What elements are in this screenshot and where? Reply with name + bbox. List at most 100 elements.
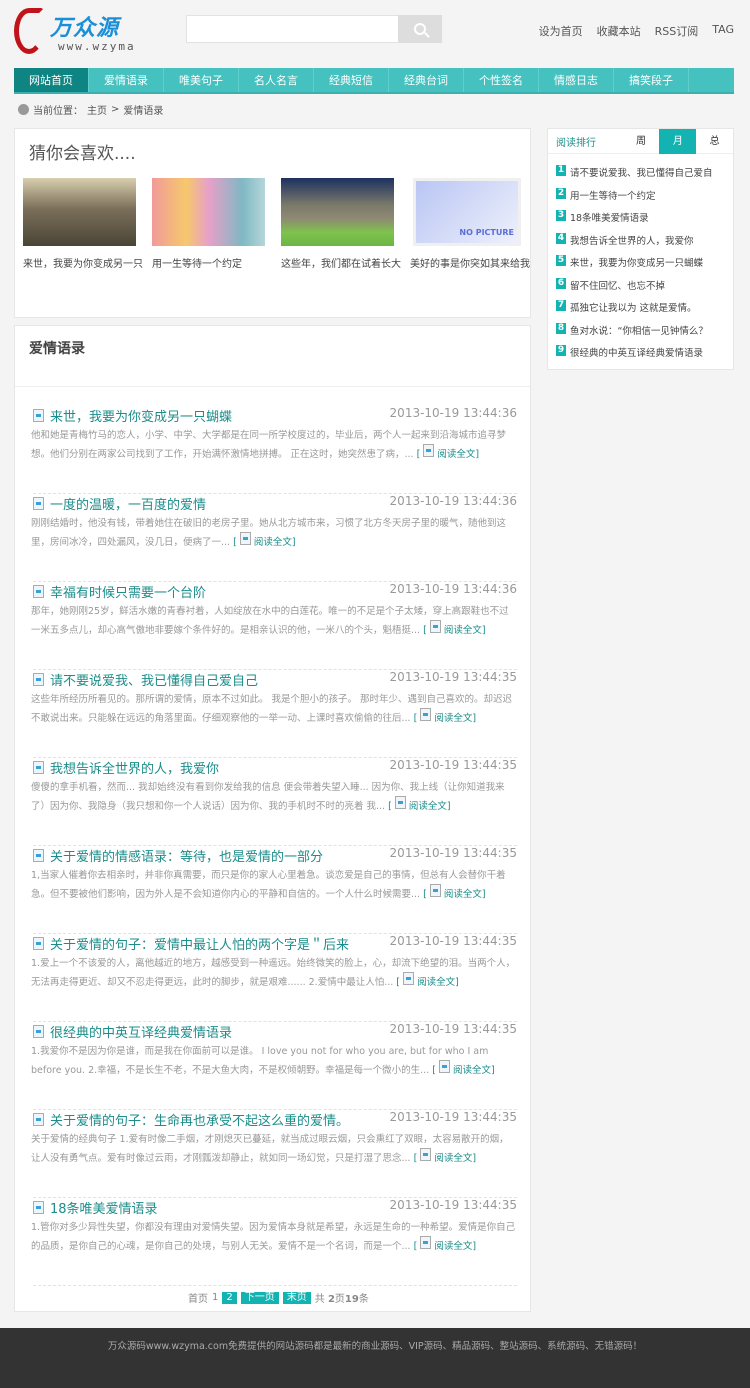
search-button[interactable] <box>398 15 442 43</box>
article-title-link[interactable]: 关于爱情的情感语录：等待，也是爱情的一部分 <box>33 846 323 865</box>
logo-text: 万众源 <box>50 16 120 41</box>
article-summary: 他和她是青梅竹马的恋人，小学、中学、大学都是在同一所学校度过的，毕业后，两个人一… <box>31 428 517 463</box>
tab-total[interactable]: 总 <box>696 129 733 154</box>
nav-emotion-diary[interactable]: 情感日志 <box>539 68 614 92</box>
rank-item[interactable]: 2 用一生等待一个约定 <box>556 187 713 211</box>
rank-item-title[interactable]: 孤独它让我以为 这就是爱情。 <box>570 300 697 314</box>
article-item: 关于爱情的句子：爱情中最让人怕的两个字是＂后来 2013-10-19 13:44… <box>31 934 517 1022</box>
article-title-link[interactable]: 来世，我要为你变成另一只蝴蝶 <box>33 406 232 425</box>
article-title[interactable]: 幸福有时候只需要一个台阶 <box>50 582 206 601</box>
recommend-caption[interactable]: 用一生等待一个约定 <box>152 255 272 270</box>
nav-beautiful-sentences[interactable]: 唯美句子 <box>164 68 239 92</box>
article-title[interactable]: 请不要说爱我、我已懂得自己爱自己 <box>50 670 258 689</box>
search-input[interactable] <box>186 15 398 43</box>
read-more-link[interactable]: [ 阅读全文] <box>423 620 486 636</box>
home-icon <box>18 104 29 115</box>
list-title: 爱情语录 <box>29 341 85 357</box>
no-picture-image[interactable]: NO PICTURE <box>413 178 521 246</box>
article-title-link[interactable]: 很经典的中英互译经典爱情语录 <box>33 1022 232 1041</box>
article-title[interactable]: 关于爱情的句子：爱情中最让人怕的两个字是＂后来 <box>50 934 349 953</box>
site-logo[interactable]: 万众源 www.wzyma <box>14 8 136 56</box>
article-title[interactable]: 我想告诉全世界的人，我爱你 <box>50 758 219 777</box>
document-icon <box>429 884 441 897</box>
rss-link[interactable]: RSS订阅 <box>655 23 699 39</box>
article-item: 一度的温暖，一百度的爱情 2013-10-19 13:44:36 刚刚结婚时，他… <box>31 494 517 582</box>
article-title[interactable]: 18条唯美爱情语录 <box>50 1198 158 1217</box>
document-icon <box>394 796 406 809</box>
article-title-link[interactable]: 一度的温暖，一百度的爱情 <box>33 494 206 513</box>
nav-home[interactable]: 网站首页 <box>14 68 89 92</box>
article-title-link[interactable]: 关于爱情的句子：生命再也承受不起这么重的爱情。 <box>33 1110 349 1129</box>
tab-week[interactable]: 周 <box>623 129 660 154</box>
read-more-link[interactable]: [ 阅读全文] <box>414 708 476 724</box>
rank-item-title[interactable]: 我想告诉全世界的人，我爱你 <box>570 233 694 247</box>
read-more-link[interactable]: [ 阅读全文] <box>432 1060 495 1076</box>
read-more-link[interactable]: [ 阅读全文] <box>423 884 486 900</box>
nav-famous-quotes[interactable]: 名人名言 <box>239 68 314 92</box>
recommend-caption[interactable]: 这些年，我们都在试着长大 <box>281 255 401 270</box>
nav-love-quotes[interactable]: 爱情语录 <box>89 68 164 92</box>
article-title[interactable]: 关于爱情的句子：生命再也承受不起这么重的爱情。 <box>50 1110 349 1129</box>
recommend-caption[interactable]: 来世，我要为你变成另一只 <box>23 255 143 270</box>
recommend-caption[interactable]: 美好的事是你突如其来给我 <box>410 255 530 270</box>
breadcrumb-separator: > <box>111 104 120 115</box>
thumbnail-image[interactable] <box>152 178 265 246</box>
breadcrumb-label: 当前位置： <box>33 106 83 117</box>
article-title-link[interactable]: 幸福有时候只需要一个台阶 <box>33 582 206 601</box>
article-title[interactable]: 很经典的中英互译经典爱情语录 <box>50 1022 232 1041</box>
article-title-link[interactable]: 我想告诉全世界的人，我爱你 <box>33 758 219 777</box>
article-title[interactable]: 关于爱情的情感语录：等待，也是爱情的一部分 <box>50 846 323 865</box>
rank-item[interactable]: 8 鱼对水说：“你相信一见钟情么？ <box>556 322 713 346</box>
rank-item[interactable]: 4 我想告诉全世界的人，我爱你 <box>556 232 713 256</box>
article-title-link[interactable]: 18条唯美爱情语录 <box>33 1198 158 1217</box>
rank-item[interactable]: 3 18条唯美爱情语录 <box>556 210 713 233</box>
rank-item[interactable]: 1 请不要说爱我、我已懂得自己爱自 <box>556 165 713 188</box>
rank-item[interactable]: 7 孤独它让我以为 这就是爱情。 <box>556 300 713 323</box>
read-more-link[interactable]: [ 阅读全文] <box>233 532 296 548</box>
read-more-link[interactable]: [ 阅读全文] <box>414 1148 476 1164</box>
pagination: 首页 1 2 下一页 末页 共 2页19条 <box>188 1290 369 1305</box>
page-first[interactable]: 首页 <box>188 1290 208 1305</box>
bookmark-link[interactable]: 收藏本站 <box>597 23 641 39</box>
breadcrumb-current[interactable]: 爱情语录 <box>123 102 163 117</box>
breadcrumb-home[interactable]: 主页 <box>87 102 107 117</box>
tab-month[interactable]: 月 <box>659 128 697 154</box>
read-more-link[interactable]: [ 阅读全文] <box>396 972 459 988</box>
document-icon <box>33 497 44 510</box>
thumbnail-image[interactable] <box>23 178 136 246</box>
document-icon <box>33 761 44 774</box>
rank-item-title[interactable]: 18条唯美爱情语录 <box>570 210 649 224</box>
thumbnail-image[interactable] <box>281 178 394 246</box>
rank-item[interactable]: 9 很经典的中英互译经典爱情语录 <box>556 345 713 368</box>
logo-url: www.wzyma <box>58 40 136 53</box>
article-title-link[interactable]: 请不要说爱我、我已懂得自己爱自己 <box>33 670 258 689</box>
page-next[interactable]: 下一页 <box>240 1291 279 1304</box>
rank-item-title[interactable]: 请不要说爱我、我已懂得自己爱自 <box>570 165 713 179</box>
page-last[interactable]: 末页 <box>282 1291 311 1304</box>
read-more-link[interactable]: [ 阅读全文] <box>388 796 451 812</box>
divider <box>15 386 530 387</box>
page-1[interactable]: 1 <box>212 1292 218 1303</box>
nav-signatures[interactable]: 个性签名 <box>464 68 539 92</box>
read-more-link[interactable]: [ 阅读全文] <box>417 444 479 460</box>
page-2-current[interactable]: 2 <box>222 1291 237 1304</box>
rank-list: 1 请不要说爱我、我已懂得自己爱自 2 用一生等待一个约定 3 18条唯美爱情语录 4 我想告… <box>556 165 713 368</box>
set-homepage-link[interactable]: 设为首页 <box>539 23 583 39</box>
dragon-logo-icon <box>14 8 44 54</box>
tag-link[interactable]: TAG <box>712 23 734 39</box>
rank-item-title[interactable]: 来世，我要为你变成另一只蝴蝶 <box>570 255 703 269</box>
rank-item-title[interactable]: 留不住回忆、也忘不掉 <box>570 278 665 292</box>
rank-item[interactable]: 5 来世，我要为你变成另一只蝴蝶 <box>556 255 713 278</box>
rank-item-title[interactable]: 很经典的中英互译经典爱情语录 <box>570 345 703 359</box>
article-title-link[interactable]: 关于爱情的句子：爱情中最让人怕的两个字是＂后来 <box>33 934 349 953</box>
nav-classic-sms[interactable]: 经典短信 <box>314 68 389 92</box>
rank-item-title[interactable]: 用一生等待一个约定 <box>570 188 656 202</box>
rank-item[interactable]: 6 留不住回忆、也忘不掉 <box>556 277 713 301</box>
nav-jokes[interactable]: 搞笑段子 <box>614 68 689 92</box>
read-more-link[interactable]: [ 阅读全文] <box>414 1236 476 1252</box>
article-title[interactable]: 来世，我要为你变成另一只蝴蝶 <box>50 406 232 425</box>
rank-item-title[interactable]: 鱼对水说：“你相信一见钟情么？ <box>570 323 708 337</box>
nav-classic-lines[interactable]: 经典台词 <box>389 68 464 92</box>
footer: 万众源码www.wzyma.com免费提供的网站源码都是最新的商业源码、VIP源… <box>0 1328 750 1388</box>
article-title[interactable]: 一度的温暖，一百度的爱情 <box>50 494 206 513</box>
